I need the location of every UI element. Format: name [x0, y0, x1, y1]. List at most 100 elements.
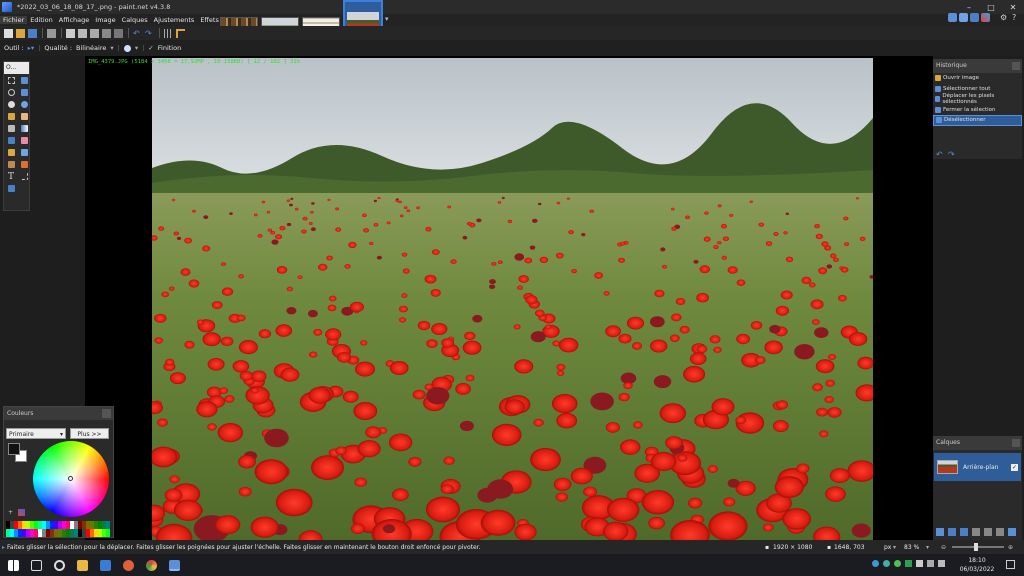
- unit-selector[interactable]: px: [884, 544, 891, 551]
- paintbrush-icon[interactable]: [5, 135, 17, 146]
- history-undo-icon[interactable]: ↶: [936, 150, 943, 159]
- menu-fichier[interactable]: Fichier: [0, 16, 28, 24]
- settings-gear-icon[interactable]: ⚙: [1000, 13, 1007, 22]
- color-wheel-cursor[interactable]: [68, 476, 73, 481]
- chevron-down-icon[interactable]: ▾: [110, 44, 113, 52]
- layer-row[interactable]: Arrière-plan ✓: [934, 453, 1021, 481]
- primary-color-swatch[interactable]: [8, 443, 20, 455]
- tray-icon[interactable]: [883, 560, 890, 567]
- magic-wand-icon[interactable]: [5, 111, 17, 122]
- add-layer-icon[interactable]: [936, 528, 944, 536]
- tab-dropdown-icon[interactable]: ▾: [385, 15, 389, 23]
- search-icon[interactable]: [54, 559, 65, 571]
- paint-bucket-icon[interactable]: [5, 123, 17, 134]
- chrome-icon[interactable]: [146, 559, 157, 571]
- rectangle-select-icon[interactable]: [5, 75, 17, 86]
- panel-close-icon[interactable]: [1012, 439, 1020, 447]
- panel-close-icon[interactable]: [1012, 62, 1020, 70]
- gradient-icon[interactable]: [18, 123, 30, 134]
- palette-swatch[interactable]: [106, 529, 110, 537]
- ruler-icon[interactable]: [176, 28, 185, 38]
- tools-toggle-icon[interactable]: [948, 13, 957, 22]
- delete-layer-icon[interactable]: [960, 528, 968, 536]
- colors-toggle-icon[interactable]: [981, 13, 990, 22]
- help-icon[interactable]: ?: [1012, 13, 1016, 22]
- menu-ajustements[interactable]: Ajustements: [151, 16, 198, 24]
- maximize-button[interactable]: □: [980, 0, 1002, 14]
- menu-image[interactable]: Image: [92, 16, 118, 24]
- redo-icon[interactable]: ↷: [145, 29, 154, 38]
- grid-icon[interactable]: [164, 28, 173, 38]
- text-icon[interactable]: T: [5, 171, 17, 182]
- print-icon[interactable]: [47, 28, 56, 38]
- minimize-button[interactable]: –: [958, 0, 980, 14]
- ellipse-select-icon[interactable]: [5, 99, 17, 110]
- eraser-icon[interactable]: [18, 135, 30, 146]
- panel-close-icon[interactable]: [102, 409, 111, 418]
- line-curve-icon[interactable]: [18, 171, 30, 182]
- pencil-icon[interactable]: [5, 147, 17, 158]
- task-view-icon[interactable]: [31, 559, 42, 571]
- zoom-level[interactable]: 83 %: [904, 544, 919, 551]
- chevron-down-icon[interactable]: ▾: [926, 544, 929, 551]
- history-item-selected[interactable]: Désélectionner: [933, 115, 1022, 126]
- file-explorer-icon[interactable]: [77, 559, 88, 571]
- menu-effets[interactable]: Effets: [197, 16, 222, 24]
- save-icon[interactable]: [28, 28, 37, 38]
- store-icon[interactable]: [100, 559, 111, 571]
- image-canvas[interactable]: [152, 58, 873, 540]
- tray-icon[interactable]: [905, 560, 912, 567]
- recolor-icon[interactable]: [18, 159, 30, 170]
- layer-properties-icon[interactable]: [1008, 528, 1016, 536]
- color-palette[interactable]: [6, 521, 110, 537]
- history-item[interactable]: Ouvrir image: [933, 73, 1022, 84]
- finish-button[interactable]: Finition: [158, 44, 181, 52]
- deselect-icon[interactable]: [114, 28, 123, 38]
- paste-icon[interactable]: [90, 28, 99, 38]
- zoom-out-icon[interactable]: ⊖: [941, 544, 946, 551]
- layers-toggle-icon[interactable]: [970, 13, 979, 22]
- checkmark-icon[interactable]: ✓: [148, 44, 153, 52]
- network-icon[interactable]: [927, 560, 934, 567]
- blend-mode-icon[interactable]: [123, 44, 131, 52]
- zoom-slider[interactable]: [952, 546, 1004, 548]
- move-tool-icon[interactable]: ▸▾: [28, 44, 35, 52]
- close-button[interactable]: ✕: [1002, 0, 1024, 14]
- copy-icon[interactable]: [78, 28, 87, 38]
- zoom-in-icon[interactable]: ⊕: [1008, 544, 1013, 551]
- chevron-down-icon[interactable]: ▾: [135, 44, 138, 52]
- tray-icon[interactable]: [916, 560, 923, 567]
- notification-icon[interactable]: [1006, 560, 1015, 569]
- history-toggle-icon[interactable]: [959, 13, 968, 22]
- palette-menu-icon[interactable]: [18, 509, 25, 516]
- history-redo-icon[interactable]: ↷: [948, 150, 955, 159]
- history-item[interactable]: Déplacer les pixels sélectionnés: [933, 93, 1022, 105]
- clock[interactable]: 18:10 06/03/2022: [958, 556, 996, 574]
- crop-icon[interactable]: [102, 28, 111, 38]
- zoom-slider-handle[interactable]: [974, 543, 978, 551]
- tray-icon[interactable]: [872, 560, 879, 567]
- color-mode-select[interactable]: Primaire ▾: [6, 428, 66, 439]
- start-menu-icon[interactable]: [8, 559, 19, 571]
- menu-edition[interactable]: Edition: [27, 16, 56, 24]
- shapes-icon[interactable]: [5, 183, 17, 194]
- move-selection-icon[interactable]: [18, 75, 30, 86]
- more-colors-button[interactable]: Plus >>: [70, 428, 109, 439]
- menu-affichage[interactable]: Affichage: [56, 16, 93, 24]
- open-file-icon[interactable]: [16, 28, 25, 38]
- lasso-select-icon[interactable]: [5, 87, 17, 98]
- paintnet-taskbar-icon[interactable]: [169, 559, 180, 571]
- move-layer-down-icon[interactable]: [996, 528, 1004, 536]
- layer-visibility-checkbox[interactable]: ✓: [1011, 463, 1018, 471]
- firefox-icon[interactable]: [123, 559, 134, 571]
- cut-icon[interactable]: [66, 28, 75, 38]
- pan-hand-icon[interactable]: [18, 111, 30, 122]
- undo-icon[interactable]: ↶: [133, 29, 142, 38]
- new-file-icon[interactable]: [4, 28, 13, 38]
- move-selected-pixels-icon[interactable]: [18, 87, 30, 98]
- history-item[interactable]: Fermer la sélection: [933, 105, 1022, 116]
- move-layer-up-icon[interactable]: [984, 528, 992, 536]
- zoom-icon[interactable]: [18, 99, 30, 110]
- quality-dropdown[interactable]: Bilinéaire: [76, 44, 106, 52]
- add-color-icon[interactable]: +: [8, 509, 13, 516]
